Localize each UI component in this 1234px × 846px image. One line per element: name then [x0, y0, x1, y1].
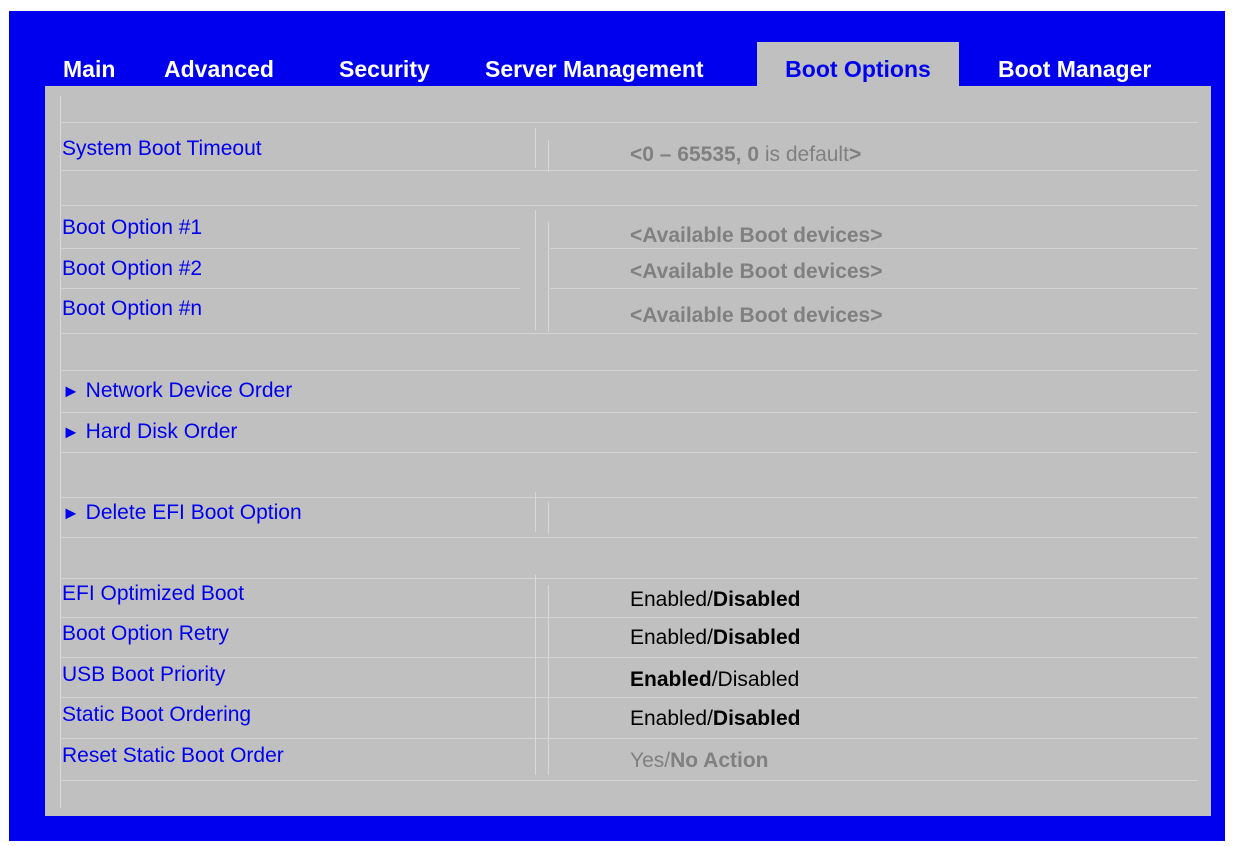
system-boot-timeout-label[interactable]: System Boot Timeout: [62, 137, 262, 161]
column-separator: [535, 575, 536, 775]
boot-option-2-value-text: <Available Boot devices>: [630, 260, 883, 283]
column-separator: [548, 222, 549, 332]
boot-option-retry-value[interactable]: Enabled/Disabled: [630, 626, 800, 650]
option-enabled: Enabled: [630, 588, 708, 611]
column-separator: [60, 96, 61, 808]
row-divider: [60, 333, 1198, 334]
static-boot-ordering-value[interactable]: Enabled/Disabled: [630, 707, 800, 731]
boot-option-2-label[interactable]: Boot Option #2: [62, 257, 202, 281]
option-disabled-default: Disabled: [712, 707, 801, 730]
boot-option-retry-label[interactable]: Boot Option Retry: [62, 622, 229, 646]
boot-option-1-label[interactable]: Boot Option #1: [62, 216, 202, 240]
boot-option-n-value-text: <Available Boot devices>: [630, 304, 883, 327]
static-boot-ordering-label[interactable]: Static Boot Ordering: [62, 703, 251, 727]
column-separator: [548, 585, 549, 775]
row-divider: [60, 412, 1198, 413]
option-disabled: Disabled: [717, 668, 800, 691]
row-divider: [60, 697, 1198, 698]
row-divider: [60, 617, 1198, 618]
boot-option-n-value[interactable]: <Available Boot devices>: [630, 304, 883, 328]
option-enabled: Enabled: [630, 707, 708, 730]
option-disabled-default: Disabled: [712, 626, 801, 649]
row-divider: [550, 288, 1198, 289]
boot-option-n-label[interactable]: Boot Option #n: [62, 297, 202, 321]
option-enabled: Enabled: [630, 626, 708, 649]
timeout-close: >: [848, 143, 862, 166]
hard-disk-order-link[interactable]: ► Hard Disk Order: [62, 420, 237, 444]
row-divider: [60, 537, 1198, 538]
row-divider: [60, 497, 1198, 498]
option-enabled-default: Enabled: [630, 668, 712, 691]
boot-option-2-value[interactable]: <Available Boot devices>: [630, 260, 883, 284]
row-divider: [60, 288, 520, 289]
boot-option-1-value[interactable]: <Available Boot devices>: [630, 224, 883, 248]
option-yes: Yes: [630, 749, 665, 772]
column-separator: [535, 492, 536, 532]
network-device-order-label: Network Device Order: [85, 379, 293, 402]
column-separator: [535, 210, 536, 330]
column-separator: [548, 502, 549, 534]
hard-disk-order-label: Hard Disk Order: [85, 420, 238, 443]
column-separator: [535, 128, 536, 168]
row-divider: [60, 122, 1198, 123]
efi-optimized-boot-value[interactable]: Enabled/Disabled: [630, 588, 800, 612]
option-disabled-default: Disabled: [712, 588, 801, 611]
boot-option-1-value-text: <Available Boot devices>: [630, 224, 883, 247]
column-separator: [548, 140, 549, 172]
row-divider: [60, 452, 1198, 453]
timeout-range: <0 – 65535, 0: [630, 143, 760, 166]
delete-efi-boot-option-link[interactable]: ► Delete EFI Boot Option: [62, 501, 302, 525]
tab-bar: Main Advanced Security Server Management…: [9, 11, 1225, 97]
usb-boot-priority-value[interactable]: Enabled/Disabled: [630, 668, 799, 692]
submenu-arrow-icon: ►: [62, 503, 80, 523]
timeout-default-text: is default: [759, 143, 849, 166]
usb-boot-priority-label[interactable]: USB Boot Priority: [62, 663, 225, 687]
row-divider: [550, 248, 1198, 249]
row-divider: [60, 657, 1198, 658]
row-divider: [60, 738, 1198, 739]
reset-static-boot-order-label[interactable]: Reset Static Boot Order: [62, 744, 284, 768]
row-divider: [60, 170, 1198, 171]
submenu-arrow-icon: ►: [62, 422, 80, 442]
submenu-arrow-icon: ►: [62, 381, 80, 401]
row-divider: [60, 205, 1198, 206]
efi-optimized-boot-label[interactable]: EFI Optimized Boot: [62, 582, 244, 606]
delete-efi-boot-option-label: Delete EFI Boot Option: [85, 501, 302, 524]
system-boot-timeout-value[interactable]: <0 – 65535, 0 is default>: [630, 143, 861, 167]
row-divider: [60, 780, 1198, 781]
option-no-action-default: No Action: [670, 749, 769, 772]
row-divider: [60, 370, 1198, 371]
row-divider: [60, 248, 520, 249]
reset-static-boot-order-value[interactable]: Yes/No Action: [630, 749, 769, 773]
row-divider: [60, 578, 1198, 579]
network-device-order-link[interactable]: ► Network Device Order: [62, 379, 292, 403]
